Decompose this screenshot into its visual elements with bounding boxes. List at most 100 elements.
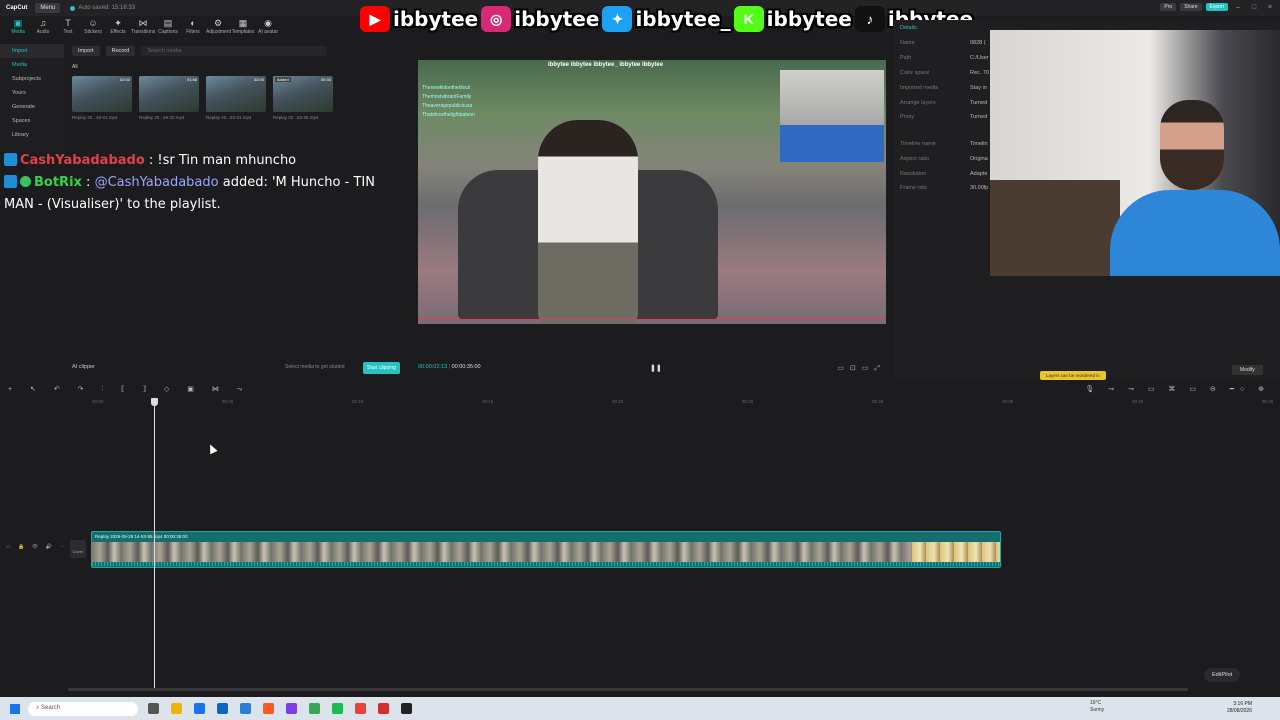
tool-stickers[interactable]: ☺ Stickers — [81, 18, 105, 35]
nav-item-library[interactable]: Library — [0, 128, 64, 142]
mouse-cursor-icon — [206, 442, 218, 455]
twitter-icon: ✦ — [602, 6, 633, 32]
tool-text[interactable]: T Text — [56, 18, 80, 35]
ruler-tick: 00:30 — [872, 399, 884, 404]
ruler-tick: 00:25 — [742, 399, 754, 404]
preview-chat-line: Thenewkidontheblock — [422, 85, 471, 91]
taskbar-search[interactable]: ⌕ Search — [28, 701, 138, 716]
tool-ai-avatar[interactable]: ◉ AI avatar — [256, 18, 280, 35]
weather-temp: 16°C — [1090, 700, 1102, 706]
share-button[interactable]: Share — [1180, 3, 1202, 11]
preview-character — [538, 120, 638, 324]
taskbar-app-icon[interactable] — [148, 703, 159, 714]
weather-widget[interactable]: 16°C Sunny — [1090, 700, 1104, 714]
tool-label: Templates — [231, 29, 255, 35]
tool-captions[interactable]: ▤ Captions — [156, 18, 180, 35]
player-view-icons[interactable]: ▭⊡▭⤢ — [837, 364, 886, 373]
chat-text: : !sr Tin man mhuncho — [144, 153, 297, 168]
taskbar-app-icon[interactable] — [332, 703, 343, 714]
playhead[interactable] — [154, 398, 155, 688]
taskbar-apps — [148, 703, 412, 714]
nav-item-import[interactable]: Import — [0, 44, 64, 58]
taskbar-app-icon[interactable] — [355, 703, 366, 714]
filter-all[interactable]: All — [72, 64, 78, 70]
taskbar-app-icon[interactable] — [263, 703, 274, 714]
media-thumbnail[interactable]: 01:56 Replay 20...49-32.mp4 — [139, 76, 199, 120]
modify-button[interactable]: Modify — [1232, 365, 1263, 375]
tool-adjustment[interactable]: ⚙ Adjustment — [206, 18, 232, 35]
media-thumbnail[interactable]: 02:00 Replay 20...49-01.mp4 — [72, 76, 132, 120]
timeline-edit-tools[interactable]: + ↖ ↶ ↷ ⫶ ⟦ ⟧ ◇ ▣ ⋈ ⤳ — [8, 385, 250, 394]
windows-start-icon[interactable] — [10, 703, 20, 714]
chat-mention: @CashYabadabado — [94, 175, 219, 190]
taskbar-app-icon[interactable] — [217, 703, 228, 714]
webcam-person-body — [1110, 190, 1280, 276]
clock[interactable]: 3:16 PM 28/08/2026 — [1227, 701, 1252, 715]
adjustment-icon: ⚙ — [213, 18, 223, 28]
video-preview[interactable]: ibbytee ibbytee ibbytee_ ibbytee ibbytee… — [418, 60, 886, 324]
ruler-tick: 00:00 — [92, 399, 104, 404]
detail-value: 0828 ( — [970, 40, 986, 47]
webcam-desk — [990, 180, 1120, 276]
editpilot-button[interactable]: EditPilot — [1204, 668, 1241, 682]
taskbar-app-icon[interactable] — [240, 703, 251, 714]
social-handle-text: ibbytee — [766, 7, 852, 31]
taskbar-app-icon[interactable] — [286, 703, 297, 714]
tool-label: Audio — [36, 29, 50, 35]
maximize-icon[interactable]: □ — [1248, 4, 1260, 11]
nav-item-spaces[interactable]: Spaces — [0, 114, 64, 128]
taskbar-app-icon[interactable] — [194, 703, 205, 714]
tool-transitions[interactable]: ⋈ Transitions — [131, 18, 155, 35]
detail-value: Rec. 70 — [970, 69, 989, 76]
ruler-tick: 00:15 — [482, 399, 494, 404]
detail-key: Name — [900, 40, 915, 47]
youtube-icon: ▶ — [360, 6, 390, 32]
record-button[interactable]: Record — [105, 46, 136, 56]
minimize-icon[interactable]: – — [1232, 4, 1244, 11]
tool-effects[interactable]: ✦ Effects — [106, 18, 130, 35]
ruler-tick: 00:40 — [1132, 399, 1144, 404]
ai-avatar-icon: ◉ — [264, 18, 272, 28]
nav-item-subprojects[interactable]: Subprojects — [0, 72, 64, 86]
search-media-input[interactable]: Search media — [141, 46, 328, 56]
kick-icon: K — [733, 6, 764, 32]
cover-button[interactable]: Cover — [70, 540, 86, 558]
track-header-icons[interactable]: ▭ 🔒 👁 🔊 ⋯ — [6, 544, 67, 550]
import-button[interactable]: Import — [72, 46, 100, 56]
timeline-scrollbar[interactable] — [68, 688, 1188, 691]
export-button[interactable]: Export — [1205, 3, 1228, 11]
nav-item-generate[interactable]: Generate — [0, 100, 64, 114]
taskbar-app-icon[interactable] — [378, 703, 389, 714]
clock-date: 28/08/2026 — [1226, 708, 1252, 714]
social-handle-text: ibbytee — [514, 7, 600, 31]
taskbar-app-icon[interactable] — [401, 703, 412, 714]
close-icon[interactable]: × — [1264, 4, 1276, 11]
video-clip[interactable]: Replay 2026-08-28 14-53-55.mp4 00:00:35:… — [91, 531, 1001, 568]
tool-label: Text — [63, 29, 73, 35]
timeline-view-tools[interactable]: 🎙 ⊸ ⊸ ▭ ⌘ ▭ ⊖ ━○ ⊕ — [1085, 385, 1270, 393]
timeline-ruler[interactable]: 00:00 00:05 00:10 00:15 00:20 00:25 00:30 00:35… — [68, 398, 1280, 408]
nav-item-media[interactable]: Media — [0, 58, 64, 72]
ai-clipper-button[interactable]: AI clipper — [72, 364, 95, 370]
tool-templates[interactable]: ▦ Templates — [231, 18, 255, 35]
thumbnail-name: Replay 20...53-55.mp4 — [273, 115, 319, 120]
tool-label: Adjustment — [206, 29, 232, 35]
tool-audio[interactable]: ♫ Audio — [31, 18, 55, 35]
media-thumbnail[interactable]: 02:00 Replay 20...52-01.mp4 — [206, 76, 266, 120]
start-clipping-button[interactable]: Start clipping — [363, 362, 400, 374]
taskbar-app-icon[interactable] — [309, 703, 320, 714]
taskbar: ⌕ Search 16°C Sunny 3:16 PM 28/08/2026 — [0, 697, 1280, 720]
pause-icon[interactable]: ❚❚ — [650, 364, 662, 372]
media-thumbnail[interactable]: 00:35 Added Replay 20...53-55.mp4 — [273, 76, 333, 120]
tool-filters[interactable]: ◐ Filters — [181, 18, 205, 35]
playhead-handle[interactable] — [151, 398, 158, 406]
pro-button[interactable]: Pro — [1160, 3, 1177, 11]
tool-media[interactable]: ▣ Media — [6, 18, 30, 35]
total-time: 00:00:35:00 — [451, 364, 481, 370]
nav-item-yours[interactable]: Yours — [0, 86, 64, 100]
media-thumbnails: 02:00 Replay 20...49-01.mp4 01:56 Replay 20… — [72, 76, 333, 120]
chat-message: CashYabadabado : !sr Tin man mhuncho — [4, 150, 408, 172]
app-logo: CapCut — [6, 5, 28, 11]
menu-button[interactable]: Menu — [35, 3, 61, 13]
taskbar-app-icon[interactable] — [171, 703, 182, 714]
